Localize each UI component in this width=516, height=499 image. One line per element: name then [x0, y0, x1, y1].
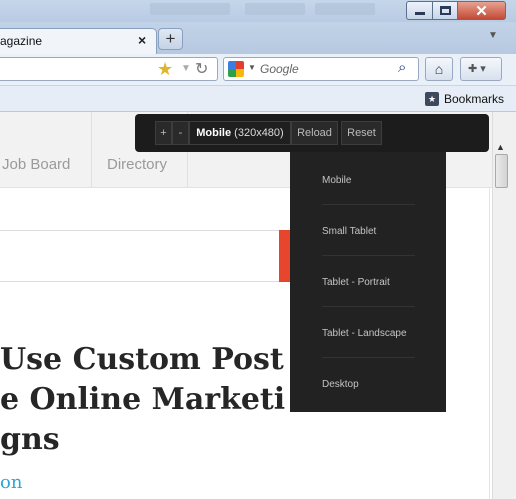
bookmarks-star-icon: ★ — [425, 92, 439, 106]
menu-item-mobile[interactable]: Mobile — [322, 175, 351, 186]
navigation-toolbar: ★ ▼ ↻ ▼ Google ⌕ ⌂ ✚ ▾ — [0, 54, 516, 86]
tab-title: agazine — [0, 34, 43, 48]
responsive-toolbar: + - Mobile (320x480) Reload Reset — [135, 114, 489, 152]
home-button[interactable]: ⌂ — [425, 57, 453, 81]
reload-button[interactable]: Reload — [291, 121, 338, 145]
google-engine-icon[interactable] — [228, 61, 244, 77]
window-titlebar: ✕ — [0, 0, 516, 22]
device-name: Mobile — [196, 127, 232, 139]
browser-tab[interactable]: agazine × — [0, 28, 157, 54]
bookmark-star-icon[interactable]: ★ — [157, 59, 173, 80]
device-dropdown-menu: Mobile Small Tablet Tablet - Portrait Ta… — [290, 152, 446, 412]
menu-divider — [322, 204, 415, 205]
maximize-icon — [439, 6, 451, 15]
zoom-in-button[interactable]: + — [155, 121, 172, 145]
minimize-icon — [414, 12, 425, 15]
close-icon: ✕ — [475, 2, 488, 20]
titlebar-blur — [150, 3, 230, 15]
close-window-button[interactable]: ✕ — [458, 1, 506, 20]
menu-item-small-tablet[interactable]: Small Tablet — [322, 226, 376, 237]
menu-divider — [322, 255, 415, 256]
url-dropdown-icon[interactable]: ▼ — [181, 63, 191, 74]
tab-close-icon[interactable]: × — [138, 32, 146, 48]
device-size: (320x480) — [234, 127, 284, 139]
nav-divider — [91, 112, 92, 188]
url-bar[interactable]: ★ ▼ ↻ — [0, 57, 218, 81]
tab-list-icon[interactable]: ▼ — [488, 30, 498, 41]
search-banner — [0, 230, 290, 282]
vertical-scrollbar[interactable]: ▲ — [492, 112, 516, 499]
menu-item-desktop[interactable]: Desktop — [322, 379, 359, 390]
bookmarks-button[interactable]: Bookmarks — [444, 92, 504, 106]
magnifier-icon[interactable]: ⌕ — [398, 59, 406, 76]
headline-line: gns — [0, 422, 60, 457]
menu-divider — [322, 306, 415, 307]
extension-menu-button[interactable]: ✚ ▾ — [460, 57, 502, 81]
nav-directory[interactable]: Directory — [107, 156, 167, 173]
menu-divider — [322, 357, 415, 358]
tab-strip: agazine × + ▼ — [0, 22, 516, 54]
titlebar-blur — [315, 3, 375, 15]
nav-job-board[interactable]: Job Board — [2, 156, 70, 173]
search-bar[interactable]: ▼ Google ⌕ — [223, 57, 419, 81]
reset-button[interactable]: Reset — [341, 121, 382, 145]
new-tab-button[interactable]: + — [158, 28, 183, 50]
engine-dropdown-icon[interactable]: ▼ — [248, 63, 256, 72]
bookmarks-toolbar: ★ Bookmarks — [0, 86, 516, 112]
zoom-out-button[interactable]: - — [172, 121, 189, 145]
menu-item-tablet-portrait[interactable]: Tablet - Portrait — [322, 277, 390, 288]
maximize-button[interactable] — [432, 1, 458, 20]
device-selector-button[interactable]: Mobile (320x480) — [189, 121, 291, 145]
reload-icon[interactable]: ↻ — [195, 59, 208, 79]
article-byline[interactable]: on — [0, 472, 22, 493]
titlebar-blur — [245, 3, 305, 15]
extension-icon: ✚ ▾ — [468, 63, 486, 75]
minimize-button[interactable] — [406, 1, 432, 20]
home-icon: ⌂ — [434, 61, 444, 77]
search-input[interactable]: Google — [260, 62, 299, 76]
scroll-thumb[interactable] — [495, 154, 508, 188]
scroll-up-icon[interactable]: ▲ — [496, 142, 505, 152]
menu-item-tablet-landscape[interactable]: Tablet - Landscape — [322, 328, 407, 339]
